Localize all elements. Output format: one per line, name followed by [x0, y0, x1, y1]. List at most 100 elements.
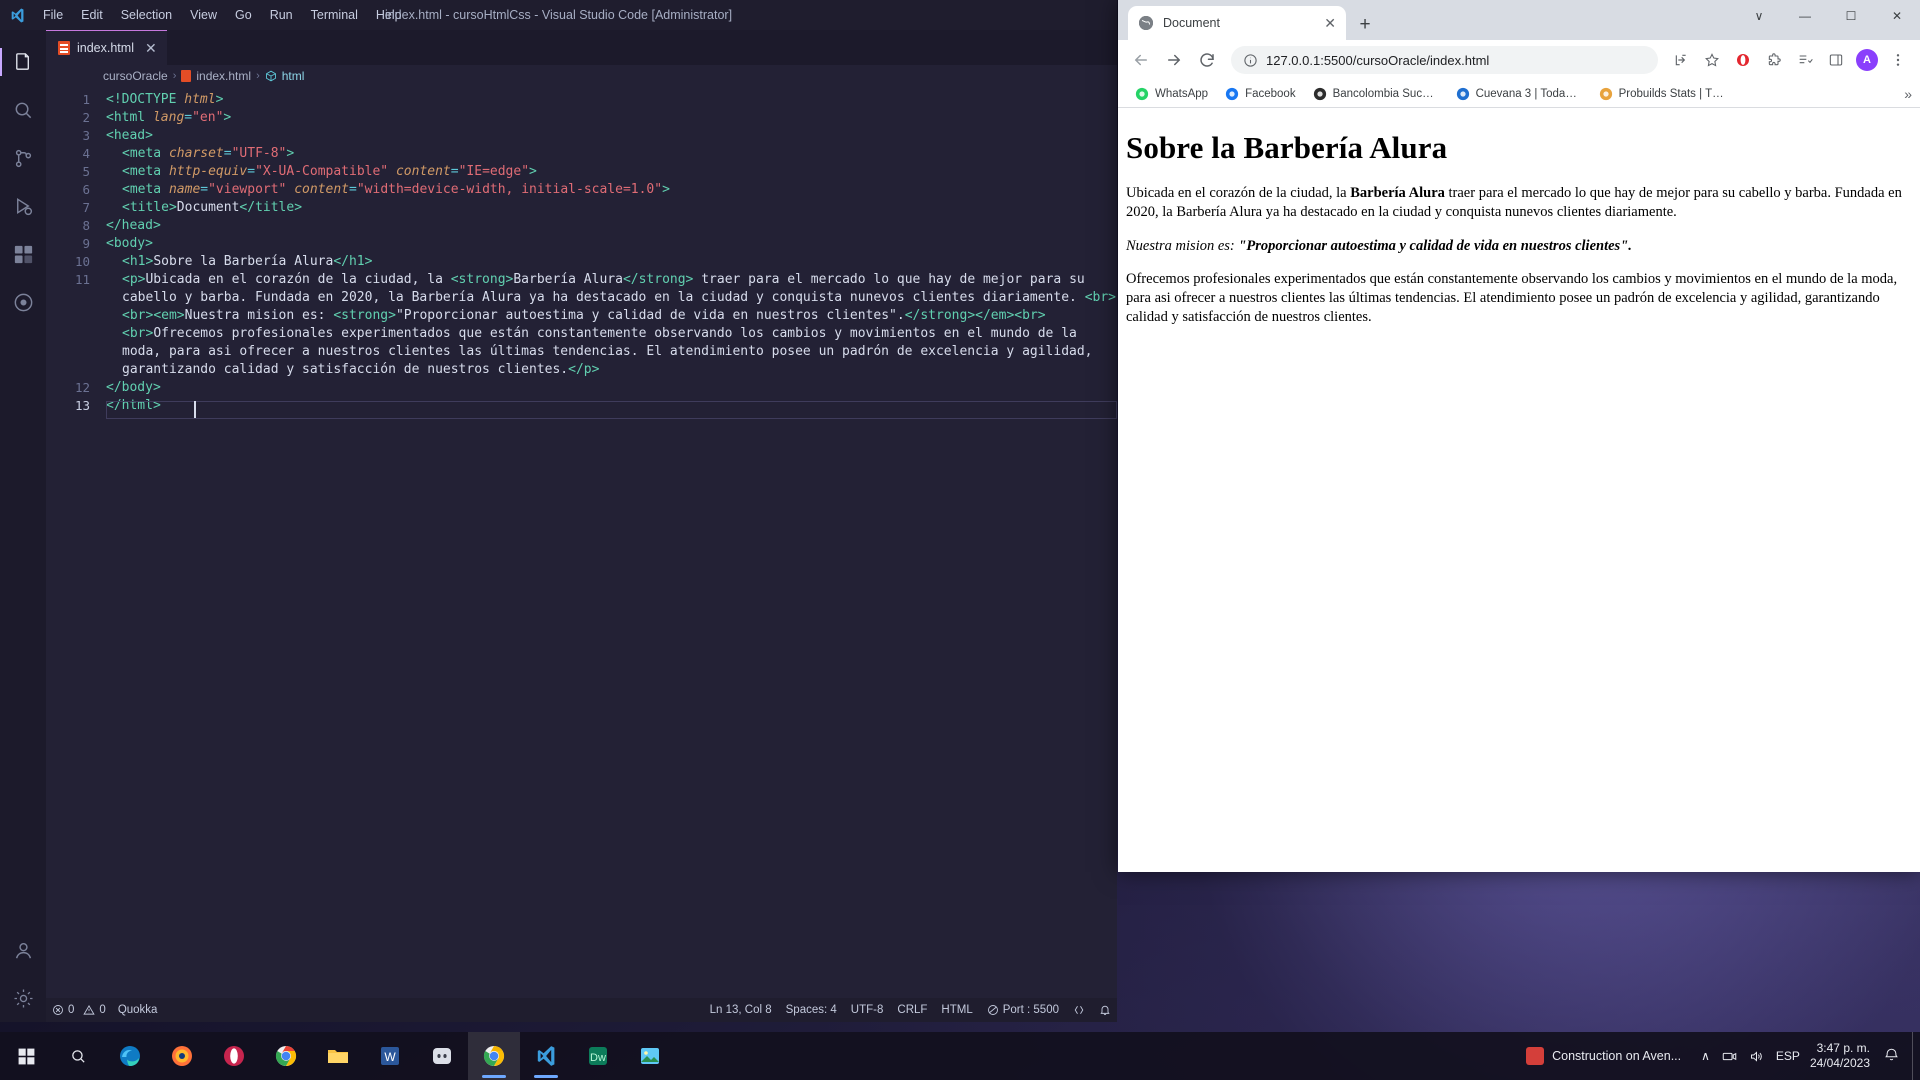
menu-file[interactable]: File: [34, 5, 72, 25]
settings-gear-icon[interactable]: [0, 974, 46, 1022]
network-icon[interactable]: [1722, 1049, 1737, 1064]
live-preview-icon[interactable]: [0, 278, 46, 326]
news-and-interests[interactable]: Construction on Aven...: [1516, 1047, 1691, 1065]
bookmark-item[interactable]: WhatsApp: [1128, 84, 1215, 104]
maximize-button[interactable]: ☐: [1828, 0, 1874, 32]
status-eol[interactable]: CRLF: [897, 1004, 927, 1016]
avatar[interactable]: A: [1853, 46, 1881, 74]
text-cursor: [194, 401, 196, 418]
status-cursor-position[interactable]: Ln 13, Col 8: [710, 1004, 772, 1016]
address-bar[interactable]: 127.0.0.1:5500/cursoOracle/index.html: [1231, 46, 1658, 74]
taskbar-app-opera-gx-icon[interactable]: [208, 1032, 260, 1080]
menu-view[interactable]: View: [181, 5, 226, 25]
bookmark-item[interactable]: Facebook: [1218, 84, 1303, 104]
show-desktop-button[interactable]: [1912, 1032, 1920, 1080]
explorer-icon[interactable]: [0, 38, 46, 86]
code-line[interactable]: 4 <meta charset="UTF-8">: [46, 145, 1117, 163]
status-problems[interactable]: 0 0: [52, 1004, 106, 1016]
taskbar-app-firefox-icon[interactable]: [156, 1032, 208, 1080]
breadcrumb-symbol[interactable]: html: [282, 69, 305, 83]
breadcrumb-file[interactable]: index.html: [196, 69, 251, 83]
taskbar-app-discord-icon[interactable]: [416, 1032, 468, 1080]
bookmarks-overflow-icon[interactable]: »: [1904, 86, 1912, 102]
status-encoding[interactable]: UTF-8: [851, 1004, 884, 1016]
vscode-menubar[interactable]: File Edit Selection View Go Run Terminal…: [34, 5, 411, 25]
remote-window-icon[interactable]: [1073, 1004, 1085, 1016]
run-debug-icon[interactable]: [0, 182, 46, 230]
menu-go[interactable]: Go: [226, 5, 261, 25]
code-line[interactable]: 7 <title>Document</title>: [46, 199, 1117, 217]
reload-button[interactable]: [1192, 45, 1222, 75]
menu-terminal[interactable]: Terminal: [302, 5, 367, 25]
menu-run[interactable]: Run: [261, 5, 302, 25]
line-number: 9: [82, 236, 90, 251]
close-icon[interactable]: ✕: [1324, 16, 1336, 30]
line-number: 8: [82, 218, 90, 233]
menu-edit[interactable]: Edit: [72, 5, 112, 25]
puzzle-extensions-icon[interactable]: [1760, 46, 1788, 74]
menu-selection[interactable]: Selection: [112, 5, 181, 25]
tray-chevron-up-icon[interactable]: ∧: [1701, 1049, 1710, 1063]
reading-list-icon[interactable]: [1791, 46, 1819, 74]
taskbar-app-chrome-icon[interactable]: [260, 1032, 312, 1080]
share-icon[interactable]: [1667, 46, 1695, 74]
code-line[interactable]: 5 <meta http-equiv="X-UA-Compatible" cont…: [46, 163, 1117, 181]
cuevana-icon: [1456, 87, 1470, 101]
taskbar-app-photos-icon[interactable]: [624, 1032, 676, 1080]
taskbar-app-file-explorer-icon[interactable]: [312, 1032, 364, 1080]
bancolombia-icon: [1313, 87, 1327, 101]
notifications-bell-icon[interactable]: [1099, 1004, 1111, 1016]
taskbar-search-icon[interactable]: [52, 1032, 104, 1080]
taskbar-app-edge-icon[interactable]: [104, 1032, 156, 1080]
windows-start-icon[interactable]: [0, 1032, 52, 1080]
code-line[interactable]: 12 </body>: [46, 379, 1117, 397]
menu-help[interactable]: Help: [367, 5, 411, 25]
svg-text:Dw: Dw: [590, 1052, 606, 1064]
code-line[interactable]: 13 </html>: [46, 397, 1117, 415]
new-tab-button[interactable]: +: [1350, 10, 1380, 40]
code-line[interactable]: 9 <body>: [46, 235, 1117, 253]
account-icon[interactable]: [0, 926, 46, 974]
code-editor[interactable]: 1 <!DOCTYPE html> 2 <html lang="en"> 3 <head>…: [46, 87, 1117, 998]
search-icon[interactable]: [0, 86, 46, 134]
close-icon[interactable]: ✕: [145, 41, 157, 55]
site-info-icon[interactable]: [1243, 53, 1258, 68]
taskbar-app-dreamweaver-icon[interactable]: Dw: [572, 1032, 624, 1080]
notification-center-icon[interactable]: [1884, 1048, 1900, 1064]
opera-extension-icon[interactable]: [1729, 46, 1757, 74]
bookmark-item[interactable]: Probuilds Stats | Th...: [1592, 84, 1732, 104]
forward-button[interactable]: [1159, 45, 1189, 75]
extensions-icon[interactable]: [0, 230, 46, 278]
side-panel-icon[interactable]: [1822, 46, 1850, 74]
star-icon[interactable]: [1698, 46, 1726, 74]
taskbar-app-vscode-icon[interactable]: [520, 1032, 572, 1080]
minimize-button[interactable]: —: [1782, 0, 1828, 32]
breadcrumb-folder[interactable]: cursoOracle: [103, 69, 168, 83]
language-indicator[interactable]: ESP: [1776, 1049, 1800, 1063]
code-line[interactable]: 2 <html lang="en">: [46, 109, 1117, 127]
browser-tab-document[interactable]: Document ✕: [1128, 6, 1346, 40]
bookmark-item[interactable]: Bancolombia Sucur...: [1306, 84, 1446, 104]
code-line[interactable]: 8 </head>: [46, 217, 1117, 235]
taskbar-app-chrome-canary-icon[interactable]: [468, 1032, 520, 1080]
taskbar-app-word-icon[interactable]: W: [364, 1032, 416, 1080]
status-indentation[interactable]: Spaces: 4: [786, 1004, 837, 1016]
status-live-server-port[interactable]: Port : 5500: [987, 1004, 1059, 1016]
code-line[interactable]: 1 <!DOCTYPE html>: [46, 91, 1117, 109]
code-line[interactable]: 6 <meta name="viewport" content="width=de…: [46, 181, 1117, 199]
source-control-icon[interactable]: [0, 134, 46, 182]
status-quokka[interactable]: Quokka: [118, 1004, 158, 1016]
code-line[interactable]: 3 <head>: [46, 127, 1117, 145]
editor-tab-index-html[interactable]: index.html ✕: [46, 30, 167, 65]
taskbar-clock[interactable]: 3:47 p. m. 24/04/2023: [1810, 1041, 1874, 1071]
chevron-down-icon[interactable]: ∨: [1736, 0, 1782, 32]
status-language-mode[interactable]: HTML: [941, 1004, 972, 1016]
code-line[interactable]: 10 <h1>Sobre la Barbería Alura</h1>: [46, 253, 1117, 271]
back-button[interactable]: [1126, 45, 1156, 75]
code-line[interactable]: 11 <p>Ubicada en el corazón de la ciudad,…: [46, 271, 1117, 379]
volume-icon[interactable]: [1749, 1049, 1764, 1064]
code-line-text: <meta http-equiv="X-UA-Compatible" conte…: [122, 164, 537, 179]
three-dot-menu-icon[interactable]: [1884, 46, 1912, 74]
bookmark-item[interactable]: Cuevana 3 | Todas l...: [1449, 84, 1589, 104]
close-window-button[interactable]: ✕: [1874, 0, 1920, 32]
